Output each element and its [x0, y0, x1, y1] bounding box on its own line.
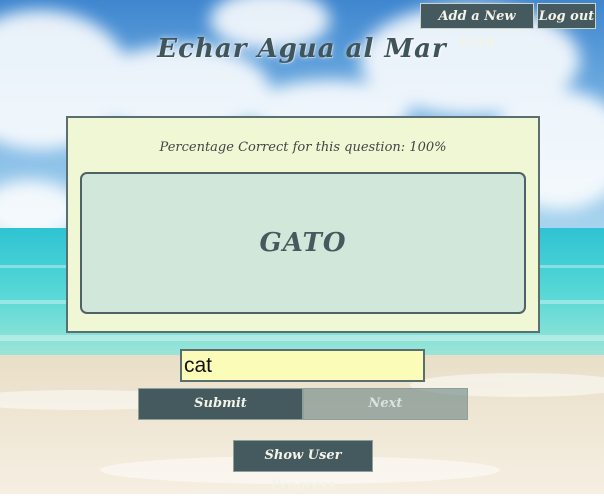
- next-button[interactable]: Next: [303, 388, 468, 420]
- submit-button[interactable]: Submit: [138, 388, 303, 420]
- flashcard-word: GATO: [259, 228, 347, 258]
- flashcard[interactable]: GATO: [80, 172, 526, 314]
- percentage-correct-text: Percentage Correct for this question: 10…: [159, 140, 447, 155]
- add-new-card-button[interactable]: Add a New Card: [420, 3, 534, 50]
- question-panel: Percentage Correct for this question: 10…: [66, 116, 540, 333]
- show-user-progress-button[interactable]: Show User Progress: [233, 440, 373, 493]
- app-title: Echar Agua al Mar: [157, 34, 447, 64]
- answer-input[interactable]: [180, 349, 425, 382]
- logout-button[interactable]: Log out: [537, 3, 596, 29]
